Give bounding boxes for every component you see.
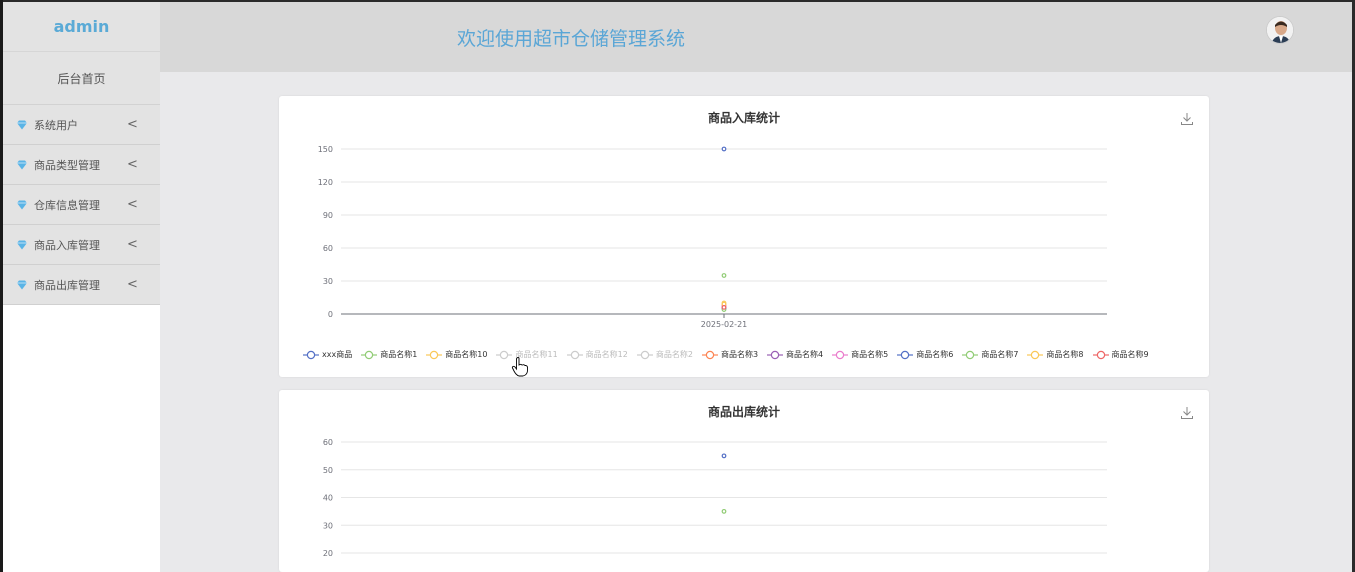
chevron-left-icon[interactable]: < [127, 197, 138, 212]
y-tick-label: 30 [323, 521, 333, 530]
legend-line-circle-icon [701, 350, 718, 359]
sidebar-item-label: 系统用户 [34, 118, 78, 132]
y-tick-label: 50 [323, 466, 333, 475]
outbound-chart: 20 30 40 50 60 [323, 438, 1107, 558]
sidebar-item[interactable]: 系统用户 < [3, 105, 160, 145]
legend-label: 商品名称8 [1046, 350, 1084, 359]
y-tick-label: 30 [323, 277, 333, 286]
y-tick-label: 60 [323, 438, 333, 447]
brand-title: admin [3, 2, 160, 52]
legend-label: xxx商品 [322, 350, 353, 359]
legend-label: 商品名称6 [916, 350, 954, 359]
chevron-left-icon[interactable]: < [127, 237, 138, 252]
data-point [721, 453, 727, 459]
sidebar-item[interactable]: 商品入库管理 < [3, 225, 160, 265]
legend-item[interactable]: 商品名称7 [962, 349, 1018, 360]
legend-line-circle-icon [303, 350, 319, 359]
inbound-chart-legend: xxx商品 商品名称1 商品名称10 商品名称11 商品名称12 商品名称2 商品名称3 商品… [303, 349, 1158, 360]
y-tick-label: 60 [323, 244, 333, 253]
legend-label: 商品名称7 [981, 350, 1019, 359]
legend-line-circle-icon [1027, 350, 1044, 359]
legend-label: 商品名称5 [851, 350, 889, 359]
legend-line-circle-icon [767, 350, 784, 359]
gem-icon [17, 200, 27, 209]
chevron-left-icon[interactable]: < [127, 117, 138, 132]
legend-line-circle-icon [636, 350, 653, 359]
legend-item[interactable]: 商品名称4 [767, 349, 823, 360]
sidebar-item-label: 商品出库管理 [34, 278, 100, 292]
y-tick-label: 40 [323, 494, 333, 503]
y-tick-label: 120 [318, 178, 333, 187]
legend-line-circle-icon [361, 350, 378, 359]
legend-line-circle-icon [566, 350, 583, 359]
sidebar-item[interactable]: 商品出库管理 < [3, 265, 160, 305]
legend-label: 商品名称3 [720, 350, 759, 359]
legend-item[interactable]: 商品名称5 [832, 349, 888, 360]
legend-label: 商品名称12 [585, 350, 628, 359]
legend-label: 商品名称2 [655, 350, 693, 359]
legend-item[interactable]: 商品名称12 [566, 349, 628, 360]
gem-icon [17, 280, 27, 289]
legend-label: 商品名称1 [380, 350, 418, 359]
legend-item[interactable]: 商品名称2 [636, 349, 693, 360]
sidebar-menu: 系统用户 < 商品类型管理 < 仓库信息管理 < 商品入库管理 < 商品出库管理 < [3, 105, 160, 305]
legend-line-circle-icon [1092, 350, 1109, 359]
avatar-image [1267, 17, 1293, 43]
inbound-chart: 0 30 60 90 120 150 2025-02-21 [318, 145, 1107, 329]
page-title: 欢迎使用超市仓储管理系统 [457, 28, 686, 50]
sidebar-item[interactable]: 商品类型管理 < [3, 145, 160, 185]
legend-line-circle-icon [426, 350, 443, 359]
chevron-left-icon[interactable]: < [127, 157, 138, 172]
legend-line-circle-icon [832, 350, 849, 359]
data-point [721, 508, 727, 514]
legend-item[interactable]: xxx商品 [303, 349, 352, 360]
hand-cursor-icon [511, 357, 528, 377]
sidebar-item-label: 商品入库管理 [34, 238, 100, 252]
legend-label: 商品名称4 [786, 350, 824, 359]
legend-item[interactable]: 商品名称6 [897, 349, 953, 360]
y-tick-label: 20 [323, 549, 333, 558]
legend-item[interactable]: 商品名称10 [426, 349, 487, 360]
data-point [721, 146, 727, 152]
legend-line-circle-icon [897, 350, 914, 359]
sidebar-item-label: 仓库信息管理 [34, 198, 100, 212]
gem-icon [17, 160, 27, 169]
inbound-chart-card: 商品入库统计 0 30 60 90 120 150 2025-02-21 xxx商品 商品名称… [279, 96, 1209, 377]
sidebar-item-label: 商品类型管理 [34, 158, 100, 172]
outbound-chart-card: 商品出库统计 20 30 40 50 60 [279, 390, 1209, 572]
y-tick-label: 90 [323, 211, 333, 220]
legend-line-circle-icon [962, 350, 979, 359]
legend-item[interactable]: 商品名称8 [1027, 349, 1084, 360]
sidebar-item[interactable]: 仓库信息管理 < [3, 185, 160, 225]
legend-item[interactable]: 商品名称3 [701, 349, 759, 360]
data-point [721, 273, 727, 278]
user-avatar[interactable] [1266, 16, 1294, 44]
gem-icon [17, 120, 27, 129]
top-header: 欢迎使用超市仓储管理系统 [160, 2, 1352, 72]
y-tick-label: 0 [328, 310, 333, 319]
legend-item[interactable]: 商品名称1 [361, 349, 417, 360]
legend-label: 商品名称10 [445, 350, 488, 359]
legend-label: 商品名称9 [1111, 350, 1149, 359]
data-point [721, 304, 727, 310]
sidebar: admin 后台首页 系统用户 < 商品类型管理 < 仓库信息管理 < 商品入库管理 < 商品出… [3, 2, 160, 572]
legend-item[interactable]: 商品名称9 [1092, 349, 1149, 360]
gem-icon [17, 240, 27, 249]
y-tick-label: 150 [318, 145, 333, 154]
sidebar-item-home[interactable]: 后台首页 [3, 52, 160, 105]
x-tick-label: 2025-02-21 [701, 320, 748, 329]
chevron-left-icon[interactable]: < [127, 277, 138, 292]
